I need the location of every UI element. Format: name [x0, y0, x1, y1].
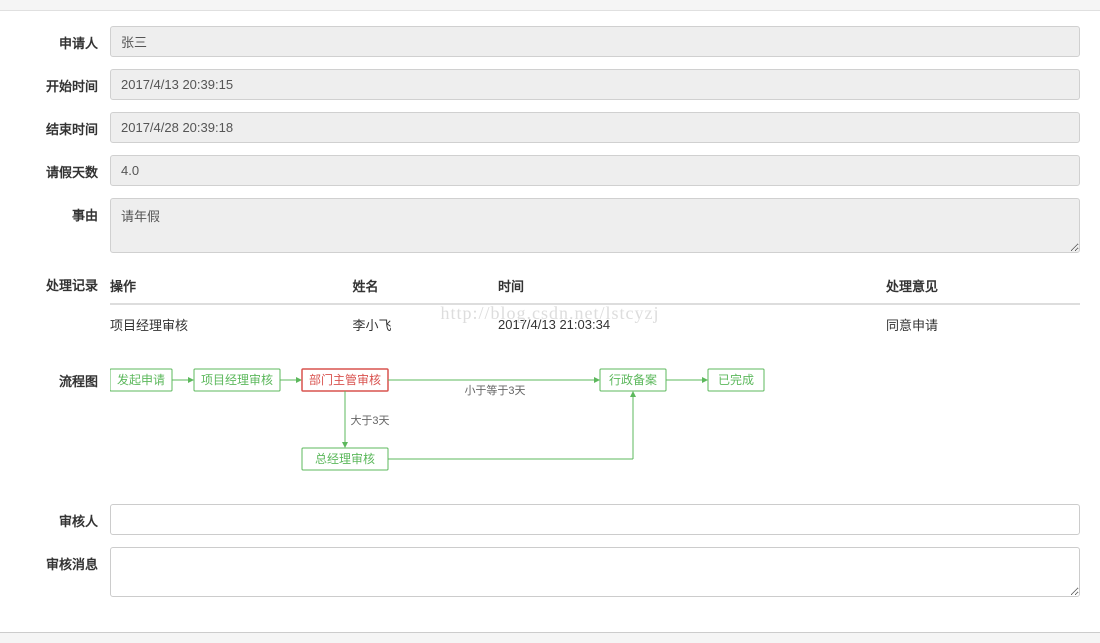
records-label: 处理记录 — [10, 268, 110, 294]
end-time-input — [110, 112, 1080, 143]
flow-edge-lte3: 小于等于3天 — [464, 383, 525, 397]
review-msg-label: 审核消息 — [10, 547, 110, 573]
review-msg-textarea[interactable] — [110, 547, 1080, 597]
cell-opinion: 同意申请 — [886, 304, 1080, 344]
start-time-label: 开始时间 — [10, 69, 110, 95]
flow-diagram: 发起申请 项目经理审核 部门主管审核 小于等于3天 — [110, 364, 810, 474]
end-time-label: 结束时间 — [10, 112, 110, 138]
reviewer-label: 审核人 — [10, 504, 110, 530]
cell-action: 项目经理审核 — [110, 304, 353, 344]
reason-label: 事由 — [10, 198, 110, 224]
start-time-input — [110, 69, 1080, 100]
reviewer-input[interactable] — [110, 504, 1080, 535]
applicant-label: 申请人 — [10, 26, 110, 52]
flow-edge-gt3: 大于3天 — [350, 413, 389, 427]
flow-node-done: 已完成 — [718, 372, 754, 387]
flow-node-pm: 项目经理审核 — [201, 372, 273, 387]
reason-textarea: 请年假 — [110, 198, 1080, 253]
col-name: 姓名 — [353, 268, 499, 304]
col-opinion: 处理意见 — [886, 268, 1080, 304]
applicant-input — [110, 26, 1080, 57]
col-time: 时间 — [498, 268, 886, 304]
cell-name: 李小飞 — [353, 304, 499, 344]
records-table: 操作 姓名 时间 处理意见 项目经理审核 李小飞 2017/4/13 21:03… — [110, 268, 1080, 344]
flow-node-admin: 行政备案 — [609, 372, 657, 387]
col-action: 操作 — [110, 268, 353, 304]
cell-time: 2017/4/13 21:03:34 — [498, 304, 886, 344]
flow-node-start: 发起申请 — [117, 372, 165, 387]
flow-node-dept: 部门主管审核 — [309, 372, 381, 387]
flow-label: 流程图 — [10, 364, 110, 390]
days-label: 请假天数 — [10, 155, 110, 181]
table-row: 项目经理审核 李小飞 2017/4/13 21:03:34 同意申请 — [110, 304, 1080, 344]
days-input — [110, 155, 1080, 186]
flow-node-gm: 总经理审核 — [315, 451, 375, 466]
